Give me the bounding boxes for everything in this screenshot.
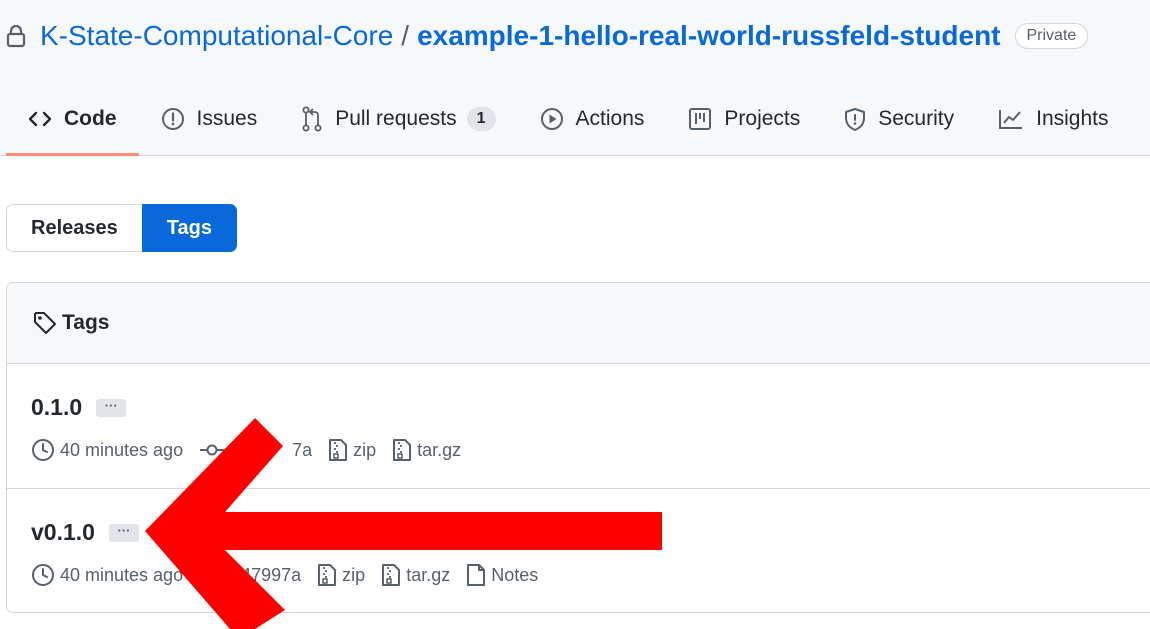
pull-request-icon [302, 106, 322, 132]
tar-download-link[interactable]: tar.gz [392, 438, 461, 462]
tab-label: Security [878, 107, 955, 130]
zip-label: zip [353, 439, 377, 460]
tab-label: Projects [724, 107, 801, 130]
zip-download-link[interactable]: zip [328, 438, 376, 462]
commit-icon [200, 444, 225, 456]
zip-download-link[interactable]: zip [317, 563, 365, 587]
releases-button[interactable]: Releases [6, 204, 142, 252]
tags-panel: Tags 0.1.0 ··· 40 minutes ago 7a zip tar… [6, 282, 1150, 613]
visibility-badge: Private [1014, 23, 1089, 49]
zip-label: zip [342, 564, 366, 585]
repo-title: K-State-Computational-Core / example-1-h… [6, 14, 1089, 58]
tar-label: tar.gz [406, 564, 451, 585]
clock-icon [32, 439, 54, 461]
tar-download-link[interactable]: tar.gz [381, 563, 450, 587]
project-icon [689, 108, 712, 130]
repo-header: K-State-Computational-Core / example-1-h… [0, 0, 1150, 156]
tab-insights[interactable]: Insights [976, 92, 1130, 146]
tags-panel-header: Tags [7, 283, 1150, 364]
file-icon [467, 564, 486, 586]
tag-name-link[interactable]: 0.1.0 [31, 394, 82, 421]
tag-commit[interactable]: 7a [199, 440, 312, 461]
tab-label: Pull requests [335, 107, 457, 130]
commit-sha-link[interactable]: 47997a [241, 565, 301, 586]
tab-label: Insights [1036, 107, 1109, 130]
tag-time-text: 40 minutes ago [60, 439, 184, 460]
commit-sha-link[interactable]: 7a [292, 440, 312, 461]
tag-meta: 40 minutes ago 47997a zip tar.gz Notes [31, 563, 554, 587]
tag-more-button[interactable]: ··· [96, 398, 127, 417]
tags-button[interactable]: Tags [141, 204, 237, 252]
tab-label: Actions [575, 107, 645, 130]
file-zip-icon [382, 564, 401, 586]
tag-time: 40 minutes ago [31, 438, 183, 462]
file-zip-icon [329, 439, 348, 461]
tab-label: Code [64, 107, 117, 130]
tag-commit[interactable]: 47997a [199, 565, 301, 586]
tag-more-button[interactable]: ··· [108, 523, 139, 542]
play-icon [540, 108, 563, 130]
tab-issues[interactable]: Issues [139, 92, 280, 146]
tab-projects[interactable]: Projects [666, 92, 822, 146]
graph-icon [999, 110, 1023, 129]
repo-nav-tabs: Code Issues Pull requests 1 Actions Proj… [6, 92, 1130, 156]
tab-code[interactable]: Code [6, 92, 139, 156]
pull-request-count-badge: 1 [466, 107, 496, 131]
tab-pull-requests[interactable]: Pull requests 1 [279, 92, 517, 146]
clock-icon [32, 564, 54, 586]
repo-name-link[interactable]: example-1-hello-real-world-russfeld-stud… [417, 20, 1000, 52]
tab-security[interactable]: Security [822, 92, 976, 146]
shield-icon [845, 108, 866, 131]
repo-owner-link[interactable]: K-State-Computational-Core [40, 20, 393, 52]
path-separator: / [401, 20, 410, 51]
list-item: 0.1.0 ··· 40 minutes ago 7a zip tar.gz [7, 364, 1150, 488]
lock-icon [6, 24, 28, 48]
tag-icon [34, 312, 56, 334]
code-icon [28, 111, 52, 127]
file-zip-icon [393, 439, 412, 461]
tag-time: 40 minutes ago [31, 563, 183, 587]
tag-meta: 40 minutes ago 7a zip tar.gz [31, 438, 477, 462]
list-item: v0.1.0 ··· 40 minutes ago 47997a zip tar… [7, 488, 1150, 612]
notes-label: Notes [491, 564, 539, 585]
tag-name-link[interactable]: v0.1.0 [31, 519, 95, 546]
tag-time-text: 40 minutes ago [60, 564, 184, 585]
tags-panel-title: Tags [62, 311, 110, 334]
issue-icon [161, 108, 184, 130]
tar-label: tar.gz [417, 439, 462, 460]
tab-label: Issues [196, 107, 258, 130]
releases-tags-toggle: Releases Tags [6, 204, 237, 252]
file-zip-icon [318, 564, 337, 586]
release-notes-link[interactable]: Notes [466, 563, 538, 587]
tab-actions[interactable]: Actions [518, 92, 667, 146]
